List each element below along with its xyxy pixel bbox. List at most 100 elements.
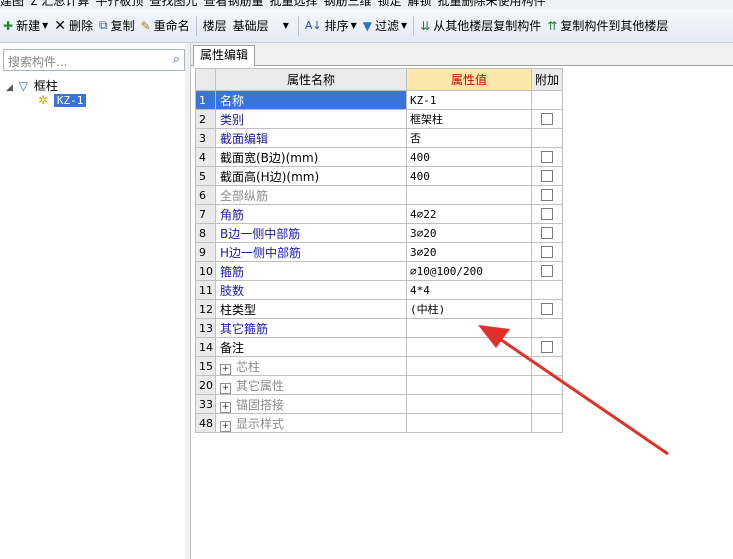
new-label: 新建 — [16, 19, 41, 33]
tree-child-item[interactable]: ✲ KZ-1 — [38, 93, 87, 107]
property-name-cell[interactable]: + 芯柱 — [215, 356, 407, 376]
property-name-cell[interactable]: 其它箍筋 — [215, 318, 407, 338]
property-name-cell[interactable]: 角筋 — [215, 204, 407, 224]
copy-to-label: 复制构件到其他楼层 — [560, 19, 669, 33]
floor-combo[interactable]: 基础层 ▼ — [230, 16, 292, 36]
table-row[interactable]: 8 B边一侧中部筋 3⌀20 — [195, 223, 563, 243]
sort-button[interactable]: A↓ 排序 ▼ — [302, 14, 360, 38]
extra-checkbox[interactable] — [541, 208, 553, 220]
expand-icon[interactable]: + — [220, 363, 231, 375]
property-name-cell[interactable]: 截面宽(B边)(mm) — [215, 147, 407, 167]
top-menu-item[interactable]: 平齐板顶 — [95, 0, 143, 8]
rename-icon: ✎ — [140, 18, 151, 33]
property-value-cell[interactable]: 3⌀20 — [406, 223, 532, 243]
property-name-cell[interactable]: + 其它属性 — [215, 375, 407, 395]
property-name-cell[interactable]: B边一侧中部筋 — [215, 223, 407, 243]
table-row[interactable]: 5 截面高(H边)(mm) 400 — [195, 166, 563, 186]
copy-from-other-floor-button[interactable]: ⇊ 从其他楼层复制构件 — [417, 14, 544, 38]
extra-checkbox[interactable] — [541, 303, 553, 315]
property-name-cell[interactable]: 截面高(H边)(mm) — [215, 166, 407, 186]
property-name-cell[interactable]: 类别 — [215, 109, 407, 129]
property-name-cell[interactable]: 备注 — [215, 337, 407, 357]
property-value-cell[interactable]: 400 — [406, 147, 532, 167]
copy-button[interactable]: ⧉ 复制 — [96, 14, 138, 38]
property-name-cell[interactable]: 截面编辑 — [215, 128, 407, 148]
property-value-cell[interactable]: 3⌀20 — [406, 242, 532, 262]
property-value-cell[interactable] — [406, 185, 532, 205]
property-value-cell[interactable]: 4⌀22 — [406, 204, 532, 224]
panel-splitter[interactable] — [185, 43, 191, 559]
extra-checkbox[interactable] — [541, 227, 553, 239]
floor-selector[interactable]: 楼层 基础层 ▼ — [200, 14, 295, 38]
tree-child-label: KZ-1 — [53, 94, 87, 107]
filter-button[interactable]: ▼ 过滤 ▼ — [360, 14, 410, 38]
property-name-cell[interactable]: 柱类型 — [215, 299, 407, 319]
property-value-cell[interactable]: ⌀10@100/200 — [406, 261, 532, 281]
new-button[interactable]: ✚ 新建 ▼ — [0, 14, 51, 38]
expand-icon[interactable]: + — [220, 420, 231, 432]
extra-checkbox[interactable] — [541, 189, 553, 201]
delete-icon: ✕ — [54, 17, 66, 34]
table-row[interactable]: 11 肢数 4*4 — [195, 280, 563, 300]
expand-icon[interactable]: + — [220, 382, 231, 394]
row-number: 8 — [195, 223, 216, 243]
property-value-cell[interactable]: KZ-1 — [406, 90, 532, 110]
property-name-cell[interactable]: 箍筋 — [215, 261, 407, 281]
top-menu-item[interactable]: 建图 — [0, 0, 24, 8]
property-name-cell[interactable]: 肢数 — [215, 280, 407, 300]
extra-cell — [531, 242, 563, 262]
property-name-cell[interactable]: + 显示样式 — [215, 413, 407, 433]
property-value-cell[interactable]: 4*4 — [406, 280, 532, 300]
property-value-cell[interactable]: 框架柱 — [406, 109, 532, 129]
extra-checkbox[interactable] — [541, 151, 553, 163]
floor-value: 基础层 — [232, 19, 269, 33]
top-menu-item[interactable]: 解锁 — [408, 0, 432, 8]
table-row[interactable]: 9 H边一侧中部筋 3⌀20 — [195, 242, 563, 262]
property-name-cell[interactable]: 全部纵筋 — [215, 185, 407, 205]
extra-checkbox[interactable] — [541, 170, 553, 182]
sort-dropdown-icon: ▼ — [350, 21, 357, 30]
expand-icon[interactable]: + — [220, 401, 231, 413]
grid-header-row: 属性名称 属性值 附加 — [195, 68, 563, 91]
table-row[interactable]: 3 截面编辑 否 — [195, 128, 563, 148]
tree-root-item[interactable]: ◢ ▽ 框柱 — [6, 77, 58, 94]
top-menu-item[interactable]: 锁定 — [378, 0, 402, 8]
copy-to-other-floor-button[interactable]: ⇈ 复制构件到其他楼层 — [544, 14, 671, 38]
property-name-cell[interactable]: 名称 — [215, 90, 407, 110]
top-menu-item[interactable]: 批量选择 — [269, 0, 317, 8]
extra-cell — [531, 90, 563, 110]
top-menu-item[interactable]: 批量删除未使用构件 — [438, 0, 546, 8]
table-row[interactable]: 10 箍筋 ⌀10@100/200 — [195, 261, 563, 281]
property-value: 3⌀20 — [410, 226, 437, 240]
rename-button[interactable]: ✎ 重命名 — [138, 14, 193, 38]
top-menu-item[interactable]: 钢筋三维 — [323, 0, 371, 8]
extra-cell — [531, 109, 563, 129]
row-number: 4 — [195, 147, 216, 167]
property-name-cell[interactable]: + 锚固搭接 — [215, 394, 407, 414]
extra-checkbox[interactable] — [541, 265, 553, 277]
collapse-icon[interactable]: ◢ — [6, 83, 13, 93]
table-row[interactable]: 1 名称 KZ-1 — [195, 90, 563, 110]
toolbar-divider — [297, 15, 299, 36]
property-name: 截面编辑 — [220, 131, 269, 146]
extra-checkbox[interactable] — [541, 246, 553, 258]
top-menu-items: 建图 Σ 汇总计算 平齐板顶 查找图元 查看钢筋量 批量选择 钢筋三维 锁定 解锁 批量删除未使用… — [0, 0, 552, 9]
table-row[interactable]: 2 类别 框架柱 — [195, 109, 563, 129]
property-value-cell[interactable]: 400 — [406, 166, 532, 186]
top-menu-item[interactable]: 查找图元 — [149, 0, 197, 8]
table-row[interactable]: 6 全部纵筋 — [195, 185, 563, 205]
delete-button[interactable]: ✕ 删除 — [51, 14, 96, 38]
property-name-cell[interactable]: H边一侧中部筋 — [215, 242, 407, 262]
search-placeholder: 搜索构件... — [8, 55, 68, 69]
search-icon[interactable]: ⌕ — [173, 52, 180, 67]
search-input[interactable]: 搜索构件... ⌕ — [3, 49, 185, 71]
top-menu-item[interactable]: 查看钢筋量 — [203, 0, 263, 8]
tab-property-edit[interactable]: 属性编辑 — [193, 45, 256, 66]
extra-checkbox[interactable] — [541, 113, 553, 125]
top-menu-item[interactable]: Σ 汇总计算 — [30, 0, 89, 8]
table-row[interactable]: 7 角筋 4⌀22 — [195, 204, 563, 224]
property-value: (中柱) — [410, 303, 446, 316]
table-row[interactable]: 4 截面宽(B边)(mm) 400 — [195, 147, 563, 167]
property-value-cell[interactable]: 否 — [406, 128, 532, 148]
toolbar-divider — [413, 15, 415, 36]
